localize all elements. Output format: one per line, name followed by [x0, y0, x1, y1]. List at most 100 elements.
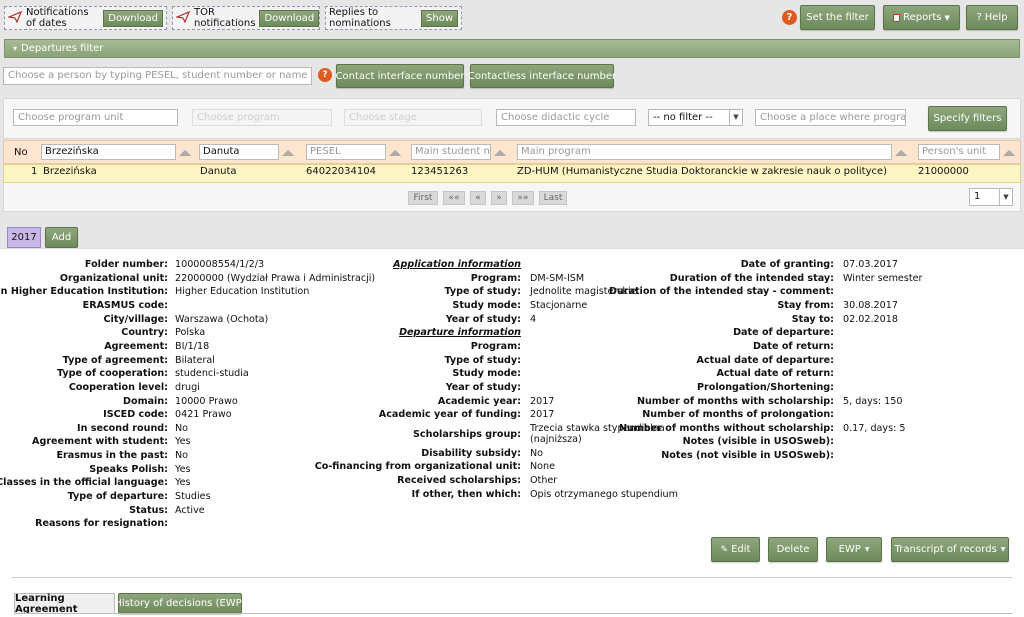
detail-value: Stacjonarne: [530, 299, 588, 311]
detail-value: Opis otrzymanego stupendium: [530, 488, 678, 500]
place-input[interactable]: Choose a place where program is ta: [755, 109, 906, 126]
detail-value: 0.17, days: 5: [843, 422, 906, 434]
detail-label: Speaks Polish:: [89, 463, 168, 475]
cell-name: Danuta: [200, 166, 237, 177]
stage-input: Choose stage: [344, 109, 482, 126]
detail-value: 2017: [530, 395, 555, 407]
add-tab-button[interactable]: Add: [45, 227, 78, 248]
no-filter-select[interactable]: -- no filter -- ▼: [648, 109, 743, 126]
tor-notifications-group: TOR notifications Download: [172, 6, 320, 30]
column-surname[interactable]: Brzezińska ◢◣: [41, 140, 191, 164]
page-select[interactable]: 1 ▼: [969, 188, 1013, 206]
column-unit[interactable]: Person's unit ◢◣: [918, 140, 1015, 164]
surname-filter-input[interactable]: Brzezińska: [41, 144, 176, 160]
page-select-value: 1: [974, 191, 981, 202]
column-pesel[interactable]: PESEL ◢◣: [306, 140, 401, 164]
last-page-button[interactable]: Last: [539, 191, 567, 205]
detail-label: Agreement:: [104, 340, 168, 352]
next-page-button[interactable]: »: [491, 191, 507, 205]
reports-button[interactable]: Reports ▼: [883, 5, 960, 30]
detail-label: Folder number:: [84, 259, 168, 270]
tab-history-decisions[interactable]: History of decisions (EWP): [114, 593, 246, 614]
first-page-button[interactable]: First: [408, 191, 438, 205]
name-filter-input[interactable]: Danuta: [199, 144, 279, 160]
detail-value: studenci-studia: [175, 368, 249, 380]
sort-icon[interactable]: ◢◣: [179, 148, 191, 157]
delete-button[interactable]: Delete: [768, 537, 818, 562]
tab-2017[interactable]: 2017: [7, 227, 41, 248]
replies-group: Replies to nominations Show: [325, 6, 462, 30]
specify-filters-button[interactable]: Specify filters: [928, 106, 1007, 131]
column-no[interactable]: No: [14, 140, 28, 164]
detail-label: Notes (visible in USOSweb):: [682, 436, 834, 448]
show-replies-button[interactable]: Show: [421, 9, 458, 27]
detail-value: 30.08.2017: [843, 299, 898, 311]
student-no-filter-input[interactable]: Main student nur: [411, 144, 491, 160]
divider: [12, 577, 1012, 578]
ewp-button[interactable]: EWP ▼: [826, 537, 882, 562]
download-dates-button[interactable]: Download: [103, 9, 163, 27]
sort-icon[interactable]: ◢◣: [389, 148, 401, 157]
detail-label: Number of months of prolongation:: [642, 409, 834, 421]
transcript-button[interactable]: Transcript of records ▼: [891, 537, 1009, 562]
column-program[interactable]: Main program ◢◣: [517, 140, 907, 164]
sort-icon[interactable]: ◢◣: [1003, 148, 1015, 157]
detail-value: 2017: [530, 409, 555, 421]
tab-learning-agreement[interactable]: Learning Agreement: [14, 593, 115, 615]
ewp-label: EWP: [838, 544, 861, 555]
detail-value: Yes: [175, 477, 191, 489]
detail-label: ISCED code:: [103, 409, 168, 421]
column-name[interactable]: Danuta ◢◣: [199, 140, 294, 164]
didactic-cycle-input[interactable]: Choose didactic cycle: [496, 109, 636, 126]
prev-block-button[interactable]: ««: [443, 191, 465, 205]
help-label: Help: [984, 12, 1008, 23]
detail-label: Received scholarships:: [397, 475, 521, 487]
download-tor-button[interactable]: Download: [259, 9, 320, 27]
pesel-filter-input[interactable]: PESEL: [306, 144, 386, 160]
detail-label: Year of study:: [445, 381, 521, 393]
detail-label: Date of departure:: [733, 327, 834, 339]
contact-interface-button[interactable]: Contact interface number: [336, 64, 464, 88]
departures-filter-bar[interactable]: ▾ Departures filter: [4, 39, 1020, 58]
help-button[interactable]: ? Help: [966, 5, 1018, 30]
contactless-interface-button[interactable]: Contactless interface number: [468, 64, 616, 88]
next-block-button[interactable]: »»: [512, 191, 534, 205]
prev-page-button[interactable]: «: [470, 191, 486, 205]
detail-label: Date of granting:: [740, 259, 834, 270]
sort-icon[interactable]: ◢◣: [494, 148, 506, 157]
cell-surname: Brzezińska: [43, 166, 97, 177]
detail-label: If other, then which:: [411, 488, 521, 500]
program-unit-input[interactable]: Choose program unit: [13, 109, 178, 126]
send-icon: [174, 10, 191, 26]
replies-label: Replies to nominations: [329, 7, 391, 29]
detail-label: In second round:: [77, 422, 168, 434]
edit-button[interactable]: ✎ Edit: [711, 537, 760, 562]
detail-label: Academic year of funding:: [378, 409, 521, 421]
program-filter-input[interactable]: Main program: [517, 144, 892, 160]
column-student-no[interactable]: Main student nur◢◣: [411, 140, 506, 164]
detail-value: Yes: [175, 463, 191, 475]
help-circle-icon[interactable]: ?: [782, 10, 797, 25]
detail-value: (najniższa): [530, 433, 582, 445]
detail-label: Agreement with student:: [32, 436, 168, 448]
person-search-input[interactable]: Choose a person by typing PESEL, student…: [3, 67, 312, 85]
sort-icon[interactable]: ◢◣: [895, 148, 907, 157]
question-icon: ?: [976, 12, 982, 23]
sort-icon[interactable]: ◢◣: [282, 148, 294, 157]
detail-value: drugi: [175, 381, 200, 393]
detail-value: Winter semester: [843, 272, 923, 284]
detail-label: Number of months without scholarship:: [618, 422, 834, 434]
detail-label: Academic year:: [437, 395, 521, 407]
cell-program: ZD-HUM (Humanistyczne Studia Doktorancki…: [517, 166, 888, 177]
detail-label: Actual date of departure:: [696, 354, 834, 366]
set-filter-button[interactable]: Set the filter: [800, 5, 875, 30]
detail-label: Organizational unit:: [59, 272, 168, 284]
detail-label: ERASMUS code:: [82, 299, 168, 311]
program-input: Choose program: [192, 109, 332, 126]
detail-label: Number of months with scholarship:: [636, 395, 834, 407]
unit-filter-input[interactable]: Person's unit: [918, 144, 1000, 160]
application-info-heading: Application information: [393, 259, 521, 270]
detail-value: Other: [530, 475, 558, 487]
detail-label: Type of study:: [444, 286, 521, 298]
help-circle-icon[interactable]: ?: [318, 68, 332, 82]
